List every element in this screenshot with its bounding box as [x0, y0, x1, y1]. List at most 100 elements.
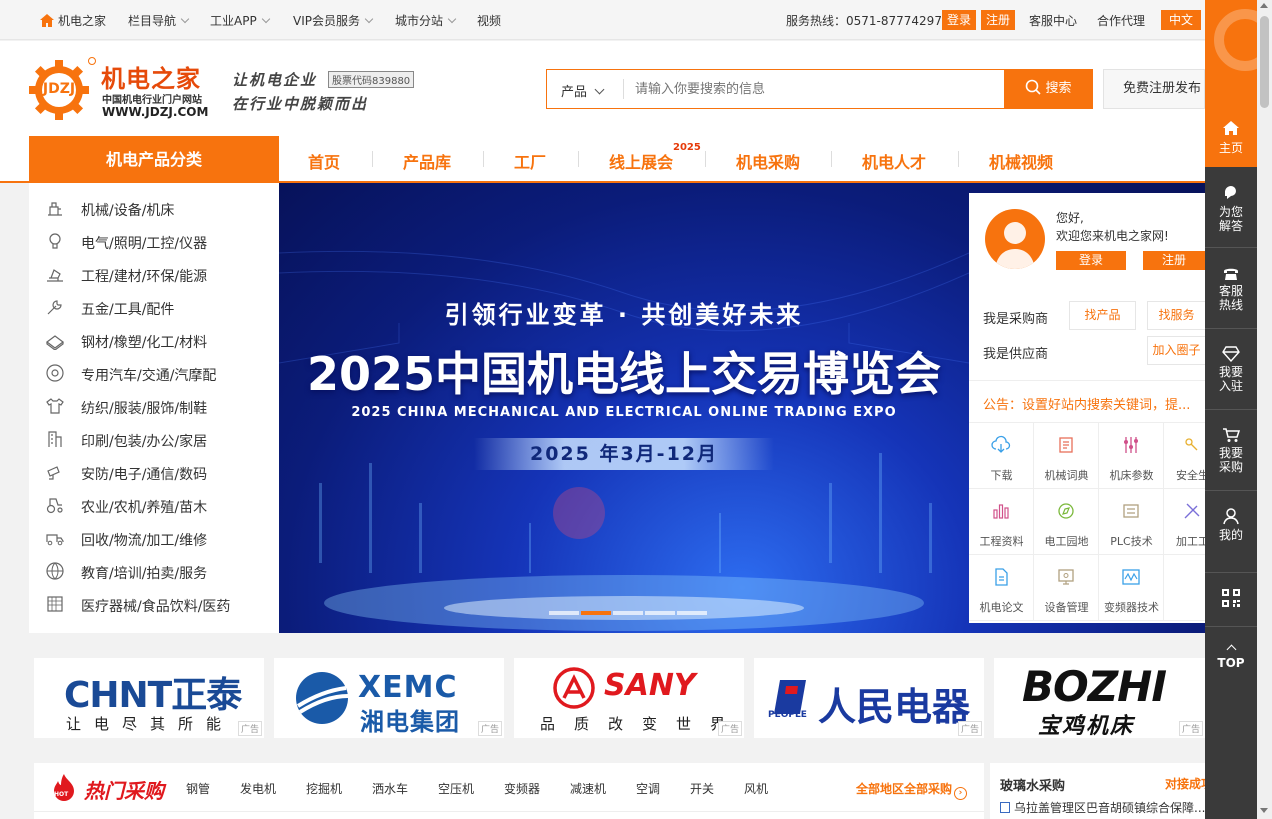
tool-processing[interactable]: 加工工	[1164, 489, 1205, 555]
category-item[interactable]: 钢材/橡塑/化工/材料	[45, 325, 275, 358]
category-item[interactable]: 电气/照明/工控/仪器	[45, 226, 275, 259]
find-product-button[interactable]: 找产品	[1069, 301, 1136, 330]
sidebar-purchase[interactable]: 我要采购	[1205, 427, 1257, 474]
brand-chnt[interactable]: CHNT正泰 让电尽其所能 广告	[34, 658, 264, 738]
shirt-icon	[46, 398, 64, 414]
category-item[interactable]: 机械/设备/机床	[45, 193, 275, 226]
search-button[interactable]: 搜索	[1004, 69, 1093, 109]
panel-register-button[interactable]: 注册	[1143, 251, 1205, 270]
banner-slogan: 引领行业变革 · 共创美好未来	[444, 301, 804, 329]
agent-link[interactable]: 合作代理	[1097, 12, 1145, 29]
hot-tag[interactable]: 空压机	[438, 780, 474, 797]
category-item[interactable]: 安防/电子/通信/数码	[45, 457, 275, 490]
brand-cn-name: 宝鸡机床	[1038, 714, 1135, 739]
nav-purchase[interactable]: 机电采购	[736, 149, 800, 173]
industrial-app-menu[interactable]: 工业APP	[210, 12, 270, 29]
category-item[interactable]: 印刷/包装/办公/家居	[45, 424, 275, 457]
purchase-item[interactable]: 乌拉盖管理区巴音胡硕镇综合保障...	[1000, 799, 1205, 816]
category-title[interactable]: 机电产品分类	[29, 136, 279, 183]
category-item[interactable]: 回收/物流/加工/维修	[45, 523, 275, 556]
brand-bozhi[interactable]: BOZHI 宝鸡机床 广告	[994, 658, 1205, 739]
hot-tag[interactable]: 洒水车	[372, 780, 408, 797]
language-button[interactable]: 中文	[1161, 10, 1201, 30]
tool-electrician[interactable]: 电工园地	[1034, 489, 1099, 555]
nav-products[interactable]: 产品库	[403, 149, 451, 173]
hot-tag[interactable]: 开关	[690, 780, 714, 797]
scroll-down-arrow-icon[interactable]	[1260, 808, 1268, 813]
sidebar-hotline[interactable]: 客服热线	[1205, 265, 1257, 312]
sany-logo-icon	[553, 667, 595, 709]
category-item[interactable]: 教育/培训/拍卖/服务	[45, 556, 275, 589]
sidebar-home[interactable]: 主页	[1205, 0, 1257, 167]
hot-tag[interactable]: 空调	[636, 780, 660, 797]
sidebar-qrcode[interactable]	[1205, 588, 1257, 611]
city-site-menu[interactable]: 城市分站	[395, 12, 457, 29]
tool-safety[interactable]: 安全生	[1164, 423, 1205, 489]
user-panel: 您好, 欢迎您来机电之家网! 登录 注册 我是采购商 找产品 找服务 我是供应商…	[969, 193, 1205, 623]
sidebar-join[interactable]: 我要入驻	[1205, 346, 1257, 393]
service-center-link[interactable]: 客服中心	[1029, 12, 1077, 29]
nav-talent[interactable]: 机电人才	[862, 149, 926, 173]
brand-xemc[interactable]: XEMC 湘电集团 广告	[274, 658, 504, 738]
category-item[interactable]: 工程/建材/环保/能源	[45, 259, 275, 292]
chevron-down-icon	[364, 14, 374, 24]
banner-dot[interactable]	[677, 611, 707, 615]
scroll-up-arrow-icon[interactable]	[1260, 3, 1268, 8]
nav-home[interactable]: 首页	[308, 149, 340, 173]
sidebar-mine[interactable]: 我的	[1205, 507, 1257, 542]
slogan-line-2: 在行业中脱颖而出	[232, 95, 369, 113]
vip-service-menu[interactable]: VIP会员服务	[293, 12, 374, 29]
top-login-button[interactable]: 登录	[942, 10, 976, 30]
tool-engineering-docs[interactable]: 工程资料	[969, 489, 1034, 555]
nav-online-expo[interactable]: 线上展会	[609, 149, 673, 173]
hot-tag[interactable]: 发电机	[240, 780, 276, 797]
category-item[interactable]: 医疗器械/食品饮料/医药	[45, 589, 275, 622]
free-register-button[interactable]: 免费注册发布	[1103, 69, 1205, 109]
safety-icon	[1185, 438, 1198, 451]
top-register-button[interactable]: 注册	[981, 10, 1015, 30]
hot-tag[interactable]: 挖掘机	[306, 780, 342, 797]
panel-login-button[interactable]: 登录	[1056, 251, 1126, 270]
tool-dictionary[interactable]: 机械词典	[1034, 423, 1099, 489]
scrollbar-thumb[interactable]	[1260, 16, 1269, 108]
column-nav-menu[interactable]: 栏目导航	[128, 12, 190, 29]
sidebar-answer[interactable]: 为您解答	[1205, 184, 1257, 233]
back-to-top-button[interactable]: TOP	[1205, 642, 1257, 670]
all-purchase-link[interactable]: 全部地区全部采购 ›	[856, 780, 968, 800]
main-nav: 机电产品分类 首页 产品库 工厂 线上展会 2025 机电采购 机电人才 机械视…	[0, 136, 1205, 183]
home-link[interactable]: 机电之家	[40, 12, 106, 29]
brand-people[interactable]: PEOPLE 人民电器 广告	[754, 658, 984, 738]
tool-equipment-mgmt[interactable]: 设备管理	[1034, 555, 1099, 621]
notice-text[interactable]: 公告：设置好站内搜索关键词，提...	[983, 394, 1205, 413]
category-item[interactable]: 纺织/服装/服饰/制鞋	[45, 391, 275, 424]
nav-factory[interactable]: 工厂	[514, 149, 546, 173]
banner-dot[interactable]	[549, 611, 579, 615]
nav-video[interactable]: 机械视频	[989, 149, 1053, 173]
tool-machine-params[interactable]: 机床参数	[1099, 423, 1164, 489]
tool-plc[interactable]: PLC技术	[1099, 489, 1164, 555]
hot-tag[interactable]: 风机	[744, 780, 768, 797]
tool-download[interactable]: 下载	[969, 423, 1034, 489]
banner-dot-active[interactable]	[581, 611, 611, 615]
hot-tag[interactable]: 钢管	[186, 780, 210, 797]
banner-dot[interactable]	[613, 611, 643, 615]
page-scrollbar[interactable]	[1257, 0, 1272, 819]
category-item[interactable]: 农业/农机/养殖/苗木	[45, 490, 275, 523]
banner-dot[interactable]	[645, 611, 675, 615]
find-service-button[interactable]: 找服务	[1147, 301, 1205, 330]
video-link[interactable]: 视频	[477, 12, 501, 29]
category-item[interactable]: 专用汽车/交通/汽摩配	[45, 358, 275, 391]
hot-tag[interactable]: 变频器	[504, 780, 540, 797]
search-input[interactable]	[635, 78, 995, 100]
logo[interactable]: JDZJ	[28, 59, 90, 121]
category-item[interactable]: 五金/工具/配件	[45, 292, 275, 325]
user-icon	[1223, 508, 1239, 525]
brand-sany[interactable]: SANY 品质改变世界 广告	[514, 658, 744, 738]
tool-inverter[interactable]: 变频器技术	[1099, 555, 1164, 621]
tools-icon	[1184, 503, 1200, 519]
brand-slogan: 品质改变世界	[540, 715, 745, 733]
search-category-select[interactable]: 产品	[561, 81, 605, 100]
hot-tag[interactable]: 减速机	[570, 780, 606, 797]
tool-papers[interactable]: 机电论文	[969, 555, 1034, 621]
join-circle-button[interactable]: 加入圈子	[1147, 336, 1205, 365]
